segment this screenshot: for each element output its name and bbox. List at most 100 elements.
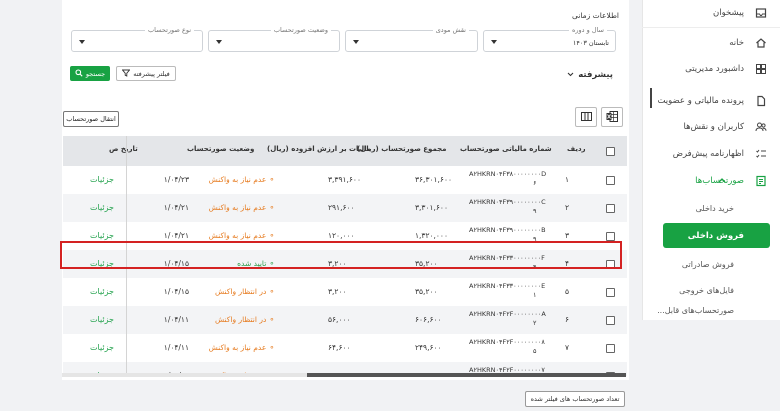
- invoice-status-text: عدم نیاز به واکنش: [208, 231, 267, 240]
- excel-export-button[interactable]: [601, 107, 623, 127]
- invoice-status-text: در انتظار واکنش: [214, 315, 267, 324]
- users-icon: [754, 120, 768, 134]
- invoice-status-text: عدم نیاز به واکنش: [208, 343, 267, 352]
- tax-number: A۲HKRN۰۴F۲F۰۰۰۰۰۰۰۰۸: [469, 338, 545, 346]
- caret-down-icon: [79, 40, 85, 44]
- filters-title: اطلاعات زمانی: [572, 11, 619, 20]
- tax-number: A۲HKRN۰۴F۳۹۰۰۰۰۰۰۰۰C: [469, 198, 546, 206]
- invoice-date: ۱/۰۴/۲۳: [163, 175, 189, 184]
- table-row[interactable]: ۷ A۲HKRN۰۴F۲F۰۰۰۰۰۰۰۰۸ ۵ ۲۴۹,۶۰۰ ۶۴,۶۰۰ ⚬ عدم…: [63, 334, 627, 362]
- row-checkbox[interactable]: [606, 316, 615, 325]
- checklist-icon: [754, 147, 768, 161]
- sidebar-subitem-export-sale[interactable]: فروش صادراتی: [642, 252, 780, 276]
- row-checkbox[interactable]: [606, 176, 615, 185]
- invoice-status: ⚬ عدم نیاز به واکنش: [185, 343, 275, 352]
- sidebar-item-label: کاربران و نقش‌ها: [683, 122, 744, 132]
- filtered-count-button[interactable]: تعداد صورتحساب های فیلتر شده: [525, 391, 625, 407]
- field-label: وضعیت صورتحساب: [270, 26, 331, 34]
- sidebar-item-inbox[interactable]: پیشخوان: [642, 0, 780, 26]
- type-select[interactable]: نوع صورتحساب: [71, 26, 203, 52]
- sidebar-item-declaration[interactable]: اظهارنامه پیش‌فرض: [642, 141, 780, 167]
- sidebar-subitem-label: صورتحساب‌های قابل...: [657, 306, 734, 315]
- filter-icon: [121, 69, 131, 79]
- period-select[interactable]: سال و دوره تابستان ۱۴۰۳: [483, 26, 616, 52]
- sidebar-item-label: داشبورد مدیریتی: [685, 64, 744, 74]
- sidebar-item-label: خانه: [729, 38, 744, 48]
- invoice-status: ⚬ در انتظار واکنش: [185, 287, 275, 296]
- invoice-vat: ۲۹۱,۶۰۰: [328, 203, 355, 212]
- table-row[interactable]: ۶ A۲HKRN۰۴F۲F۰۰۰۰۰۰۰۰A ۲ ۶۰۶,۶۰۰ ۵۶,۰۰۰ ⚬ در …: [63, 306, 627, 334]
- invoice-vat: ۵۶,۰۰۰: [328, 315, 351, 324]
- row-checkbox[interactable]: [606, 344, 615, 353]
- invoice-status: ⚬ در انتظار واکنش: [185, 315, 275, 324]
- row-number: ۳: [565, 231, 570, 240]
- row-checkbox[interactable]: [606, 204, 615, 213]
- status-dot-icon: ⚬: [266, 315, 275, 324]
- status-dot-icon: ⚬: [266, 343, 275, 352]
- details-link[interactable]: جزئیات: [90, 175, 114, 184]
- excel-icon: [606, 110, 618, 124]
- invoice-icon: [754, 174, 768, 188]
- tax-number-suffix: ۱: [533, 291, 537, 299]
- scrollbar-thumb[interactable]: [307, 373, 626, 377]
- sidebar-subitem-domestic-purchase[interactable]: خرید داخلی: [642, 196, 780, 220]
- sidebar-subitem-domestic-sale[interactable]: فروش داخلی: [663, 223, 770, 248]
- sidebar-item-dashboard[interactable]: داشبورد مدیریتی: [642, 56, 780, 82]
- row-number: ۷: [565, 343, 570, 352]
- advanced-toggle[interactable]: پیشرفته: [567, 70, 613, 80]
- invoice-date: ۱/۰۴/۱۱: [163, 343, 189, 352]
- table-row[interactable]: ۱ A۲HKRN۰۴F۳۸۰۰۰۰۰۰۰۰D ۶ ۳۶,۳۰۱,۶۰۰ ۳,۳۹۱,۶۰…: [63, 166, 627, 194]
- transfer-label: انتقال صورتحساب: [66, 115, 116, 123]
- tax-number: A۲HKRN۰۴F۳۳۰۰۰۰۰۰۰۰E: [469, 282, 546, 290]
- filtered-count-label: تعداد صورتحساب های فیلتر شده: [530, 395, 620, 403]
- horizontal-scrollbar[interactable]: [62, 373, 626, 377]
- invoice-status-text: عدم نیاز به واکنش: [208, 203, 267, 212]
- main-panel: اطلاعات زمانی سال و دوره تابستان ۱۴۰۳ نق…: [62, 0, 629, 380]
- search-button[interactable]: جستجو: [70, 66, 110, 81]
- sidebar-item-home[interactable]: خانه: [642, 30, 780, 56]
- details-link[interactable]: جزئیات: [90, 287, 114, 296]
- invoice-date: ۱/۰۴/۲۱: [163, 203, 189, 212]
- column-header-status: وضعیت صورتحساب: [187, 145, 255, 153]
- role-select[interactable]: نقش مودی: [345, 26, 478, 52]
- sidebar-subitem-more[interactable]: صورتحساب‌های قابل...: [642, 306, 780, 320]
- highlighted-row-outline: [60, 241, 622, 269]
- sidebar-subitem-label: فروش داخلی: [687, 230, 744, 241]
- row-checkbox[interactable]: [606, 288, 615, 297]
- invoice-vat: ۶۴,۶۰۰: [328, 343, 351, 352]
- table-row[interactable]: ۲ A۲HKRN۰۴F۳۹۰۰۰۰۰۰۰۰C ۹ ۳,۳۰۱,۶۰۰ ۲۹۱,۶۰۰ ⚬ …: [63, 194, 627, 222]
- sidebar-item-users[interactable]: کاربران و نقش‌ها: [642, 114, 780, 140]
- invoice-total: ۱,۳۲۰,۰۰۰: [415, 231, 448, 240]
- sidebar: پیشخوان خانه داشبورد مدیریتی پرونده مالی…: [642, 0, 780, 320]
- invoice-vat: ۳,۲۰۰: [328, 287, 347, 296]
- transfer-invoice-button[interactable]: انتقال صورتحساب: [63, 111, 119, 127]
- sidebar-item-invoices[interactable]: صورتحساب‌ها: [642, 168, 780, 194]
- table-row[interactable]: ۵ A۲HKRN۰۴F۳۳۰۰۰۰۰۰۰۰E ۱ ۳۵,۲۰۰ ۳,۲۰۰ ⚬ در ان…: [63, 278, 627, 306]
- details-link[interactable]: جزئیات: [90, 203, 114, 212]
- invoice-vat: ۳,۳۹۱,۶۰۰: [328, 175, 361, 184]
- invoice-status-text: عدم نیاز به واکنش: [208, 175, 267, 184]
- caret-down-icon: [491, 40, 497, 44]
- advanced-filter-button[interactable]: فیلتر پیشرفته: [116, 66, 176, 81]
- invoice-date: ۱/۰۴/۲۱: [163, 231, 189, 240]
- details-link[interactable]: جزئیات: [90, 315, 114, 324]
- sidebar-item-tax-file[interactable]: پرونده مالیاتی و عضویت: [642, 88, 780, 114]
- invoice-status-text: در انتظار واکنش: [214, 287, 267, 296]
- sidebar-subitem-output-files[interactable]: فایل‌های خروجی: [642, 278, 780, 302]
- invoice-total: ۳۵,۲۰۰: [415, 287, 438, 296]
- column-header-date: تاریخ ص: [109, 145, 138, 153]
- details-link[interactable]: جزئیات: [90, 231, 114, 240]
- invoice-total: ۲۴۹,۶۰۰: [415, 343, 442, 352]
- row-checkbox[interactable]: [606, 232, 615, 241]
- select-all-checkbox[interactable]: [606, 147, 615, 156]
- caret-down-icon: [353, 40, 359, 44]
- status-select[interactable]: وضعیت صورتحساب: [208, 26, 340, 52]
- dashboard-icon: [754, 62, 768, 76]
- caret-down-icon: [216, 40, 222, 44]
- details-link[interactable]: جزئیات: [90, 343, 114, 352]
- invoice-total: ۶۰۶,۶۰۰: [415, 315, 442, 324]
- sidebar-item-label: اظهارنامه پیش‌فرض: [672, 149, 744, 159]
- search-icon: [75, 68, 83, 79]
- row-number: ۵: [565, 287, 570, 296]
- columns-button[interactable]: [575, 107, 597, 127]
